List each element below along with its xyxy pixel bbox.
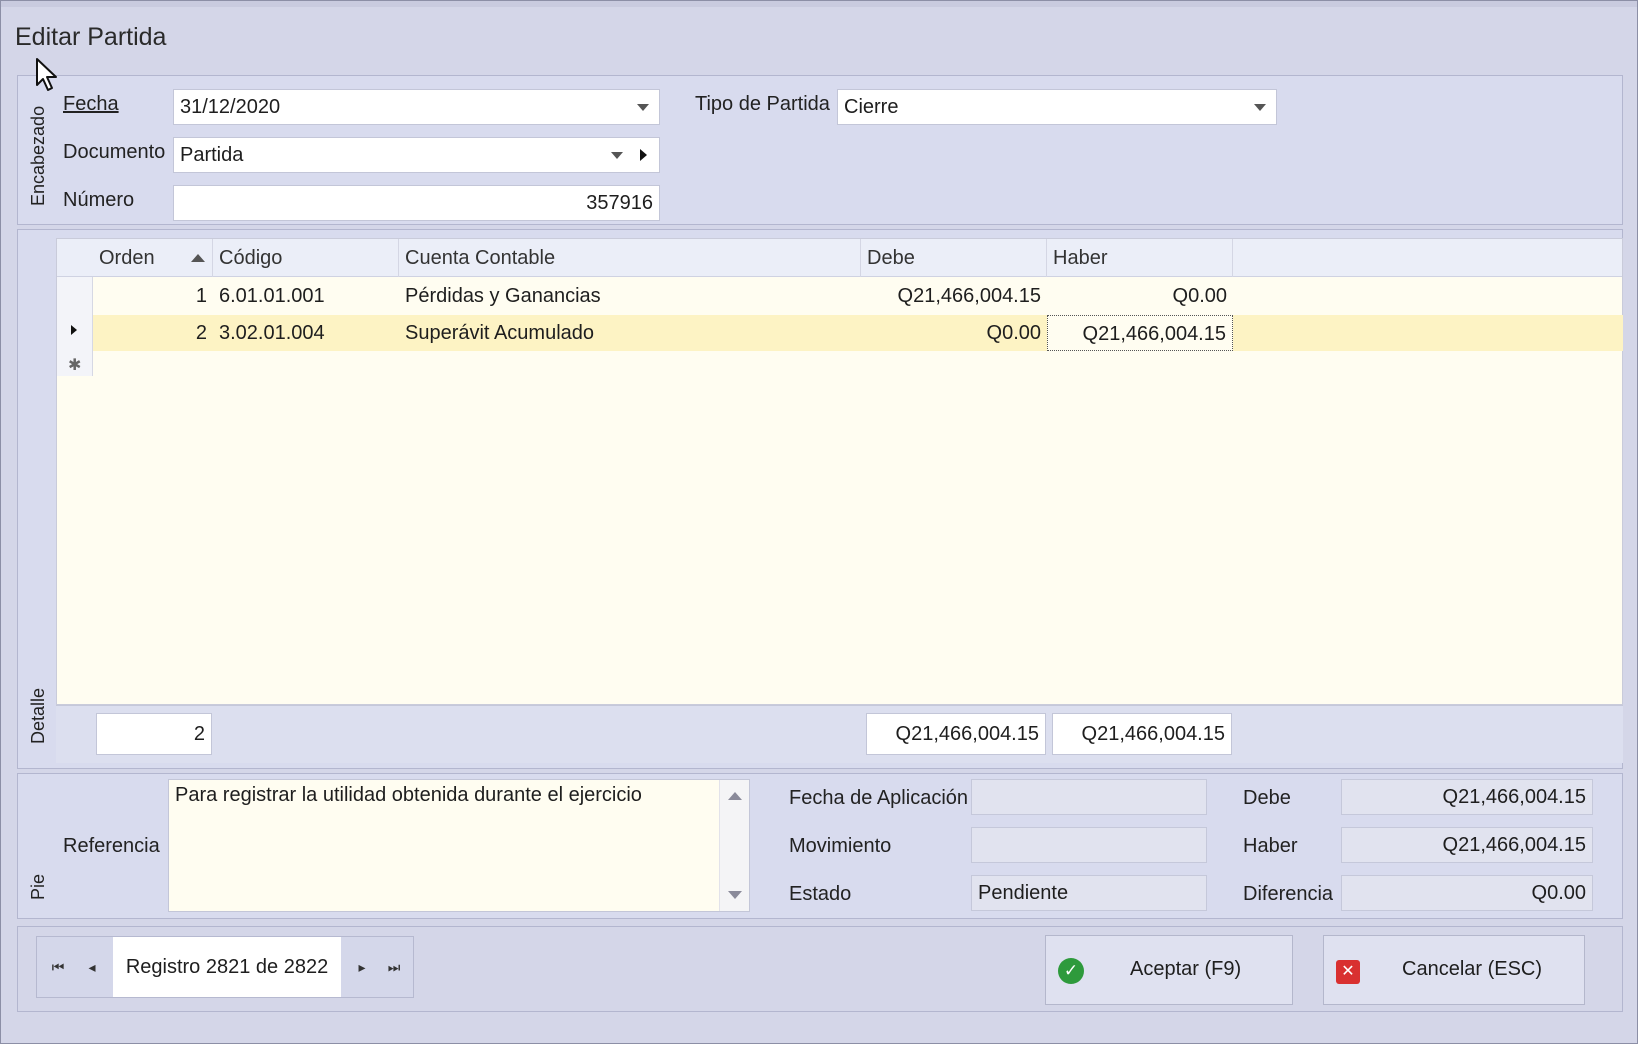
- window-title: Editar Partida: [15, 23, 167, 51]
- table-row-selected[interactable]: 2 3.02.01.004 Superávit Acumulado Q0.00 …: [93, 315, 1623, 351]
- haber-label: Haber: [1243, 835, 1298, 857]
- referencia-text: Para registrar la utilidad obtenida dura…: [175, 784, 642, 806]
- memo-scrollbar[interactable]: [719, 780, 749, 911]
- column-orden[interactable]: Orden: [93, 239, 213, 277]
- footer-section-label: Pie: [28, 873, 48, 900]
- fecha-label-text: Fecha: [63, 93, 119, 115]
- row-debe: Q21,466,004.15: [897, 285, 1041, 307]
- mouse-pointer-icon: [36, 58, 57, 91]
- haber-total-field: Q21,466,004.15: [1341, 827, 1593, 863]
- row-haber-focused-cell[interactable]: Q21,466,004.15: [1047, 315, 1233, 351]
- checkmark-icon: ✓: [1058, 958, 1084, 984]
- row-orden: 2: [195, 322, 207, 344]
- title-bar-strip: [1, 1, 1637, 7]
- tipo-partida-label: Tipo de Partida: [695, 93, 830, 115]
- documento-label: Documento: [63, 141, 166, 163]
- row-debe: Q0.00: [986, 322, 1041, 344]
- documento-value: Partida: [180, 144, 244, 166]
- column-cuenta[interactable]: Cuenta Contable: [399, 239, 861, 277]
- edit-entry-window: Editar Partida Encabezado Fecha 31/12/20…: [0, 0, 1638, 1044]
- debe-total-field: Q21,466,004.15: [1341, 779, 1593, 815]
- accept-button[interactable]: ✓ Aceptar (F9): [1045, 935, 1293, 1005]
- row-cuenta: Superávit Acumulado: [405, 322, 595, 344]
- estado-field: Pendiente: [971, 875, 1207, 911]
- detail-section-label: Detalle: [28, 687, 48, 744]
- row-cuenta: Pérdidas y Ganancias: [405, 285, 601, 307]
- total-haber-summary: Q21,466,004.15: [1052, 713, 1232, 755]
- total-debe-summary: Q21,466,004.15: [866, 713, 1046, 755]
- referencia-label: Referencia: [63, 835, 160, 857]
- column-haber[interactable]: Haber: [1047, 239, 1233, 277]
- row-orden: 1: [195, 285, 207, 307]
- referencia-memo[interactable]: Para registrar la utilidad obtenida dura…: [168, 779, 750, 912]
- fecha-value: 31/12/2020: [180, 96, 281, 118]
- grid-summary-bar: [56, 705, 1623, 763]
- movimiento-field: [971, 827, 1207, 863]
- close-icon: ✕: [1336, 960, 1360, 984]
- movimiento-label: Movimiento: [789, 835, 892, 857]
- documento-field[interactable]: Partida: [173, 137, 660, 173]
- header-section-label: Encabezado: [28, 105, 48, 206]
- cancel-button[interactable]: ✕ Cancelar (ESC): [1323, 935, 1585, 1005]
- column-debe[interactable]: Debe: [861, 239, 1047, 277]
- row-codigo: 6.01.01.001: [219, 285, 325, 307]
- row-haber: Q0.00: [1172, 285, 1227, 307]
- numero-label: Número: [63, 189, 135, 211]
- tipo-partida-field[interactable]: Cierre: [837, 89, 1277, 125]
- sort-ascending-icon: [191, 254, 205, 262]
- fecha-label: Fecha: [63, 93, 119, 116]
- tipo-partida-value: Cierre: [844, 96, 899, 118]
- first-record-icon[interactable]: ⏮: [43, 937, 73, 997]
- debe-label: Debe: [1243, 787, 1291, 809]
- row-indicator-column: ✱: [57, 277, 93, 376]
- row-codigo: 3.02.01.004: [219, 322, 325, 344]
- new-row-indicator-icon: ✱: [68, 357, 82, 374]
- column-orden-label: Orden: [99, 247, 155, 269]
- accept-button-label: Aceptar (F9): [1130, 958, 1242, 980]
- current-row-indicator-icon: [71, 325, 77, 335]
- last-record-icon[interactable]: ⏭: [379, 937, 409, 997]
- next-record-icon[interactable]: ▸: [347, 937, 377, 997]
- estado-label: Estado: [789, 883, 852, 905]
- documento-next-icon[interactable]: [640, 149, 647, 161]
- scroll-up-icon[interactable]: [728, 792, 742, 800]
- numero-field[interactable]: 357916: [173, 185, 660, 221]
- documento-dropdown-icon[interactable]: [611, 152, 623, 159]
- grid-header: Orden Código Cuenta Contable Debe Haber: [57, 239, 1622, 277]
- column-codigo[interactable]: Código: [213, 239, 399, 277]
- diferencia-label: Diferencia: [1243, 883, 1334, 905]
- previous-record-icon[interactable]: ◂: [77, 937, 107, 997]
- table-row[interactable]: 1 6.01.01.001 Pérdidas y Ganancias Q21,4…: [93, 278, 1623, 314]
- diferencia-field: Q0.00: [1341, 875, 1593, 911]
- fecha-field[interactable]: 31/12/2020: [173, 89, 660, 125]
- scroll-down-icon[interactable]: [728, 891, 742, 899]
- fecha-aplicacion-label: Fecha de Aplicación: [789, 787, 969, 809]
- fecha-aplicacion-field: [971, 779, 1207, 815]
- entries-grid[interactable]: Orden Código Cuenta Contable Debe Haber …: [56, 238, 1623, 705]
- fecha-dropdown-icon[interactable]: [637, 104, 649, 111]
- tipo-partida-dropdown-icon[interactable]: [1254, 104, 1266, 111]
- record-position-text: Registro 2821 de 2822: [113, 937, 341, 997]
- record-navigator: ⏮ ◂ Registro 2821 de 2822 ▸ ⏭: [36, 936, 414, 998]
- cancel-button-label: Cancelar (ESC): [1402, 958, 1543, 980]
- row-count-summary: 2: [96, 713, 212, 755]
